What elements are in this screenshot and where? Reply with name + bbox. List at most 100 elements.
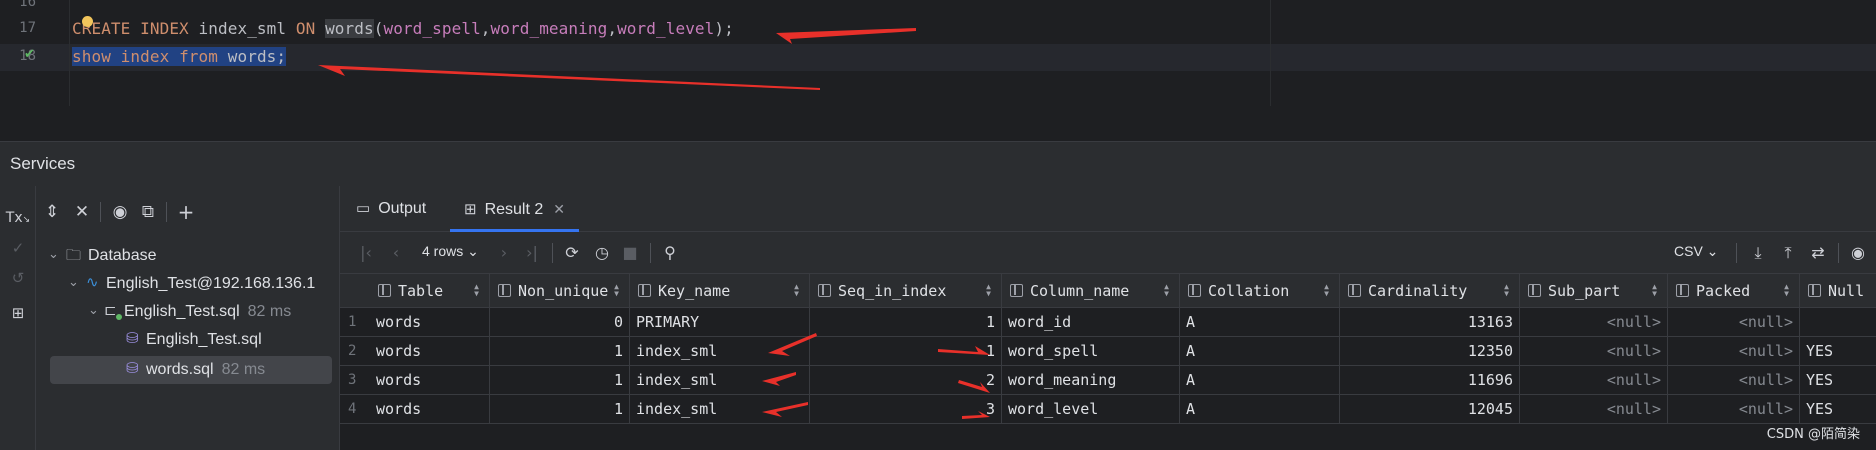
column-header-collation[interactable]: Collation ▲▼	[1180, 274, 1340, 308]
cell-sub-part[interactable]: <null>	[1520, 395, 1668, 424]
cell-key-name[interactable]: index_sml	[630, 366, 810, 395]
sort-icon[interactable]: ▲▼	[1650, 282, 1659, 296]
table-row[interactable]: 1 words 0 PRIMARY 1 word_id A 13163 <null> <null>	[340, 308, 1876, 337]
chevron-down-icon[interactable]: ⌄	[88, 302, 99, 318]
intention-bulb-icon[interactable]	[82, 16, 93, 27]
sort-icon[interactable]: ▲▼	[612, 282, 621, 296]
code-line-18[interactable]: show index from words;	[72, 47, 287, 66]
download-icon[interactable]: ⤓	[1746, 241, 1770, 265]
compare-arrows-icon[interactable]: ⇄	[1806, 241, 1830, 265]
sort-icon[interactable]: ▲▼	[1502, 282, 1511, 296]
cell-sub-part[interactable]: <null>	[1520, 366, 1668, 395]
new-tab-icon[interactable]: ⧉	[136, 200, 160, 224]
sort-icon[interactable]: ▲▼	[1162, 282, 1171, 296]
tree-item-database[interactable]: ⌄ 🗀 Database	[36, 242, 339, 270]
table-row[interactable]: 2 words 1 index_sml 1 word_spell A 12350 <null> <…	[340, 337, 1876, 366]
code-line-17[interactable]: CREATE INDEX index_sml ON words(word_spe…	[72, 19, 734, 38]
cell-non-unique[interactable]: 1	[490, 366, 630, 395]
eye-icon[interactable]: ◉	[108, 200, 132, 224]
tree-item-session[interactable]: ⌄ ⊏ English_Test.sql 82 ms	[36, 298, 339, 326]
tree-item-connection[interactable]: ⌄ ∿ English_Test@192.168.136.1	[36, 270, 339, 298]
cell-column-name[interactable]: word_meaning	[1002, 366, 1180, 395]
cell-seq-in-index[interactable]: 1	[810, 337, 1002, 366]
tree-item-file[interactable]: ⛁ English_Test.sql	[36, 326, 339, 354]
sort-icon[interactable]: ▲▼	[792, 282, 801, 296]
cell-packed[interactable]: <null>	[1668, 366, 1800, 395]
table-row[interactable]: 3 words 1 index_sml 2 word_meaning A 11696 <null…	[340, 366, 1876, 395]
sort-icon[interactable]: ▲▼	[1322, 282, 1331, 296]
column-header-cardinality[interactable]: Cardinality ▲▼	[1340, 274, 1520, 308]
column-header-table[interactable]: Table ▲▼	[370, 274, 490, 308]
column-header-null[interactable]: Null	[1800, 274, 1876, 308]
refresh-icon[interactable]: ⟳	[560, 241, 584, 265]
cell-table[interactable]: words	[370, 395, 490, 424]
first-page-icon[interactable]: |‹	[354, 241, 378, 265]
cell-key-name[interactable]: index_sml	[630, 395, 810, 424]
cell-collation[interactable]: A	[1180, 366, 1340, 395]
cell-key-name[interactable]: index_sml	[630, 337, 810, 366]
cell-table[interactable]: words	[370, 366, 490, 395]
chevron-down-icon[interactable]: ⌄	[68, 274, 79, 290]
cell-cardinality[interactable]: 13163	[1340, 308, 1520, 337]
chevron-down-icon[interactable]: ⌄	[48, 246, 59, 262]
tx-icon[interactable]: Tx↘	[5, 206, 31, 230]
sql-editor[interactable]: 16 17 18 ✔ CREATE INDEX index_sml ON wor…	[0, 0, 1876, 106]
export-format-dropdown[interactable]: CSV ⌄	[1674, 243, 1718, 260]
pin-icon[interactable]: ⚲	[658, 241, 682, 265]
next-page-icon[interactable]: ›	[492, 241, 516, 265]
history-clock-icon[interactable]: ◷	[590, 241, 614, 265]
sort-icon[interactable]: ▲▼	[472, 282, 481, 296]
column-header-column-name[interactable]: Column_name ▲▼	[1002, 274, 1180, 308]
table-row[interactable]: 4 words 1 index_sml 3 word_level A 12045 <null> <…	[340, 395, 1876, 424]
add-icon[interactable]: +	[174, 200, 198, 224]
cell-seq-in-index[interactable]: 3	[810, 395, 1002, 424]
previous-page-icon[interactable]: ‹	[384, 241, 408, 265]
cell-non-unique[interactable]: 1	[490, 395, 630, 424]
cell-packed[interactable]: <null>	[1668, 395, 1800, 424]
cell-collation[interactable]: A	[1180, 337, 1340, 366]
column-header-sub-part[interactable]: Sub_part ▲▼	[1520, 274, 1668, 308]
column-header-packed[interactable]: Packed ▲▼	[1668, 274, 1800, 308]
cell-column-name[interactable]: word_level	[1002, 395, 1180, 424]
expand-all-icon[interactable]: ⇕	[40, 200, 64, 224]
layout-icon[interactable]: ⊞	[5, 301, 31, 325]
cell-collation[interactable]: A	[1180, 395, 1340, 424]
cell-cardinality[interactable]: 12045	[1340, 395, 1520, 424]
cell-table[interactable]: words	[370, 337, 490, 366]
collapse-all-icon[interactable]: ✕	[70, 200, 94, 224]
sort-icon[interactable]: ▲▼	[984, 282, 993, 296]
tree-item-file-selected[interactable]: ⛁ words.sql 82 ms	[50, 356, 332, 384]
upload-icon[interactable]: ⤒	[1776, 241, 1800, 265]
tab-output[interactable]: ▭ Output	[356, 186, 426, 232]
cell-column-name[interactable]: word_spell	[1002, 337, 1180, 366]
cell-null[interactable]: YES	[1800, 395, 1876, 424]
last-page-icon[interactable]: ›|	[520, 241, 544, 265]
column-header-non-unique[interactable]: Non_unique ▲▼	[490, 274, 630, 308]
column-header-key-name[interactable]: Key_name ▲▼	[630, 274, 810, 308]
rollback-undo-icon[interactable]: ↺	[5, 266, 31, 290]
cell-key-name[interactable]: PRIMARY	[630, 308, 810, 337]
cell-column-name[interactable]: word_id	[1002, 308, 1180, 337]
column-header-seq-in-index[interactable]: Seq_in_index ▲▼	[810, 274, 1002, 308]
view-eye-icon[interactable]: ◉	[1846, 241, 1870, 265]
close-icon[interactable]: ✕	[553, 201, 565, 217]
sort-icon[interactable]: ▲▼	[1782, 282, 1791, 296]
cell-cardinality[interactable]: 11696	[1340, 366, 1520, 395]
rows-count-dropdown[interactable]: 4 rows ⌄	[422, 243, 479, 260]
cell-null[interactable]	[1800, 308, 1876, 337]
cell-packed[interactable]: <null>	[1668, 308, 1800, 337]
cell-seq-in-index[interactable]: 1	[810, 308, 1002, 337]
commit-check-icon[interactable]: ✓	[5, 236, 31, 260]
cell-sub-part[interactable]: <null>	[1520, 308, 1668, 337]
cell-null[interactable]: YES	[1800, 366, 1876, 395]
cell-seq-in-index[interactable]: 2	[810, 366, 1002, 395]
stop-icon[interactable]: ■	[618, 241, 642, 265]
cell-packed[interactable]: <null>	[1668, 337, 1800, 366]
cell-cardinality[interactable]: 12350	[1340, 337, 1520, 366]
cell-non-unique[interactable]: 1	[490, 337, 630, 366]
cell-null[interactable]: YES	[1800, 337, 1876, 366]
tab-result-2[interactable]: ⊞ Result 2 ✕	[450, 186, 580, 232]
cell-table[interactable]: words	[370, 308, 490, 337]
cell-collation[interactable]: A	[1180, 308, 1340, 337]
cell-sub-part[interactable]: <null>	[1520, 337, 1668, 366]
